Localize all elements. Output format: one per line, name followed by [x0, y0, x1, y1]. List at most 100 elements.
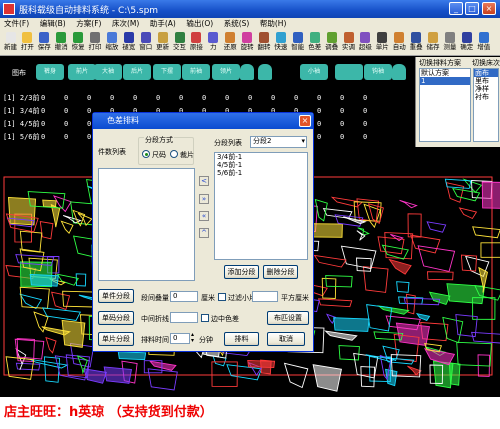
piece-thumbnail[interactable]: [240, 64, 254, 80]
table-cell: 0: [202, 94, 207, 102]
layout-time-input[interactable]: 0: [170, 333, 190, 344]
pattern-piece: [29, 274, 59, 287]
bed-item[interactable]: 里布: [474, 77, 498, 85]
table-cell: 0: [340, 94, 345, 102]
printer-icon: [90, 32, 100, 43]
move-up-icon[interactable]: ^: [199, 228, 209, 238]
piece-thumbnail[interactable]: 小袖: [300, 64, 328, 80]
chevron-down-icon: ▾: [301, 137, 305, 145]
pattern-piece: [395, 322, 430, 346]
radio-piece[interactable]: [170, 150, 178, 158]
overlap-input[interactable]: 0: [170, 291, 198, 302]
table-cell: 0: [41, 94, 46, 102]
segment-item[interactable]: 5/6前-1: [215, 169, 307, 177]
menu-scheme[interactable]: 方案(F): [72, 18, 105, 30]
maximize-button[interactable]: □: [465, 2, 479, 15]
piece-thumbnail[interactable]: 领片: [212, 64, 240, 80]
radio-size[interactable]: [142, 150, 150, 158]
move-right-all-icon[interactable]: »: [199, 194, 209, 204]
time-spinner-icon[interactable]: ▴ ▾: [191, 332, 194, 344]
piece-thumbnail[interactable]: [335, 64, 363, 80]
delete-segment-button[interactable]: 删除分段: [263, 265, 298, 279]
dialog-close-icon[interactable]: ×: [299, 115, 311, 127]
confirm-icon: [461, 32, 472, 43]
table-cell: 0: [41, 107, 46, 115]
rotate-icon: [242, 32, 253, 43]
segment-item[interactable]: 3/4前-1: [215, 153, 307, 161]
pattern-piece: [147, 368, 178, 391]
piece-thumbnail[interactable]: 大袖: [94, 64, 122, 80]
piece-icon: [191, 32, 202, 43]
bed-item[interactable]: 面布: [474, 69, 498, 77]
piece-thumbnail[interactable]: [258, 64, 272, 80]
menu-assistant[interactable]: 助手(A): [146, 18, 180, 30]
filter-small-input[interactable]: [252, 291, 278, 302]
table-row[interactable]: [1] 2/3前0 0 0 0 0 0 0 0 0 0 0 0 0 0 0: [3, 93, 386, 105]
segment-select[interactable]: 分段2 ▾: [250, 136, 307, 148]
side-color-checkbox[interactable]: [201, 314, 209, 322]
table-cell: 0: [87, 94, 92, 102]
table-cell: 0: [271, 94, 276, 102]
add-segment-button[interactable]: 添加分段: [224, 265, 259, 279]
interactive-icon: [174, 32, 185, 43]
pattern-piece: [42, 199, 57, 208]
menu-system[interactable]: 系统(S): [220, 18, 254, 30]
pattern-piece: [472, 226, 500, 239]
per-size-segment-button[interactable]: 单码分段: [98, 311, 134, 325]
table-cell: 0: [64, 133, 69, 141]
bed-item[interactable]: 净样: [474, 85, 498, 93]
pattern-piece: [325, 275, 353, 288]
pattern-piece: [426, 221, 447, 233]
segment-select-value: 分段2: [253, 137, 272, 145]
run-layout-button[interactable]: 排料: [224, 332, 259, 346]
per-cut-segment-button[interactable]: 单片分段: [98, 332, 134, 346]
group-method-label: 分段方式: [144, 135, 174, 145]
piece-thumbnail[interactable]: 后片: [123, 64, 151, 80]
scheme-list[interactable]: 默认方案 1: [419, 68, 471, 142]
move-left-icon[interactable]: <: [199, 176, 209, 186]
menu-bed[interactable]: 床次(M): [108, 18, 143, 30]
piece-thumbnail[interactable]: 前袖: [182, 64, 210, 80]
menu-output[interactable]: 输出(O): [182, 18, 217, 30]
menu-help[interactable]: 帮助(H): [256, 18, 291, 30]
adjust-icon: [343, 32, 354, 43]
minimize-button[interactable]: _: [449, 2, 463, 15]
pattern-piece: [322, 208, 353, 219]
bed-list[interactable]: 面布 里布 净样 衬布: [473, 68, 499, 142]
move-left-all-icon[interactable]: «: [199, 211, 209, 221]
per-piece-segment-button[interactable]: 单件分段: [98, 289, 134, 303]
piece-list-label: 件数列表: [98, 148, 126, 156]
piece-thumbnail[interactable]: 下摆: [153, 64, 181, 80]
piece-thumbnail[interactable]: 裤身: [36, 64, 64, 80]
pattern-piece: [388, 258, 412, 275]
redo-icon: [73, 32, 84, 43]
menu-edit[interactable]: 编辑(B): [36, 18, 70, 30]
piece-count-list[interactable]: [98, 168, 195, 281]
table-cell: 0: [133, 94, 138, 102]
piece-thumbnail[interactable]: [392, 64, 406, 80]
smart-icon: [292, 32, 303, 43]
piece-thumbnail[interactable]: 前片: [68, 64, 96, 80]
bed-header: 切换床次: [472, 59, 500, 67]
cancel-button[interactable]: 取消: [267, 332, 305, 346]
middle-fold-input[interactable]: [170, 312, 198, 323]
cloth-settings-button[interactable]: 布匹设置: [267, 311, 309, 325]
pattern-piece: [427, 271, 454, 281]
scheme-item[interactable]: 默认方案: [420, 69, 470, 77]
toolbar-label: 增值: [477, 43, 491, 51]
filter-small-checkbox[interactable]: [218, 293, 226, 301]
close-window-button[interactable]: ×: [482, 2, 496, 15]
toolbar-button-28[interactable]: 增值: [475, 31, 492, 55]
super-icon: [360, 32, 371, 43]
row-label: [1] 3/4前: [3, 107, 40, 115]
segment-list[interactable]: 3/4前-1 4/5前-1 5/6前-1: [214, 152, 308, 260]
overlap-unit: 厘米: [201, 294, 215, 302]
scheme-item[interactable]: 1: [420, 77, 470, 85]
piece-thumbnail[interactable]: 钩袖: [364, 64, 392, 80]
width-icon: [123, 32, 134, 43]
bed-item[interactable]: 衬布: [474, 93, 498, 101]
table-cell: 0: [41, 133, 46, 141]
segment-item[interactable]: 4/5前-1: [215, 161, 307, 169]
table-cell: 0: [317, 94, 322, 102]
menu-file[interactable]: 文件(F): [0, 18, 33, 30]
